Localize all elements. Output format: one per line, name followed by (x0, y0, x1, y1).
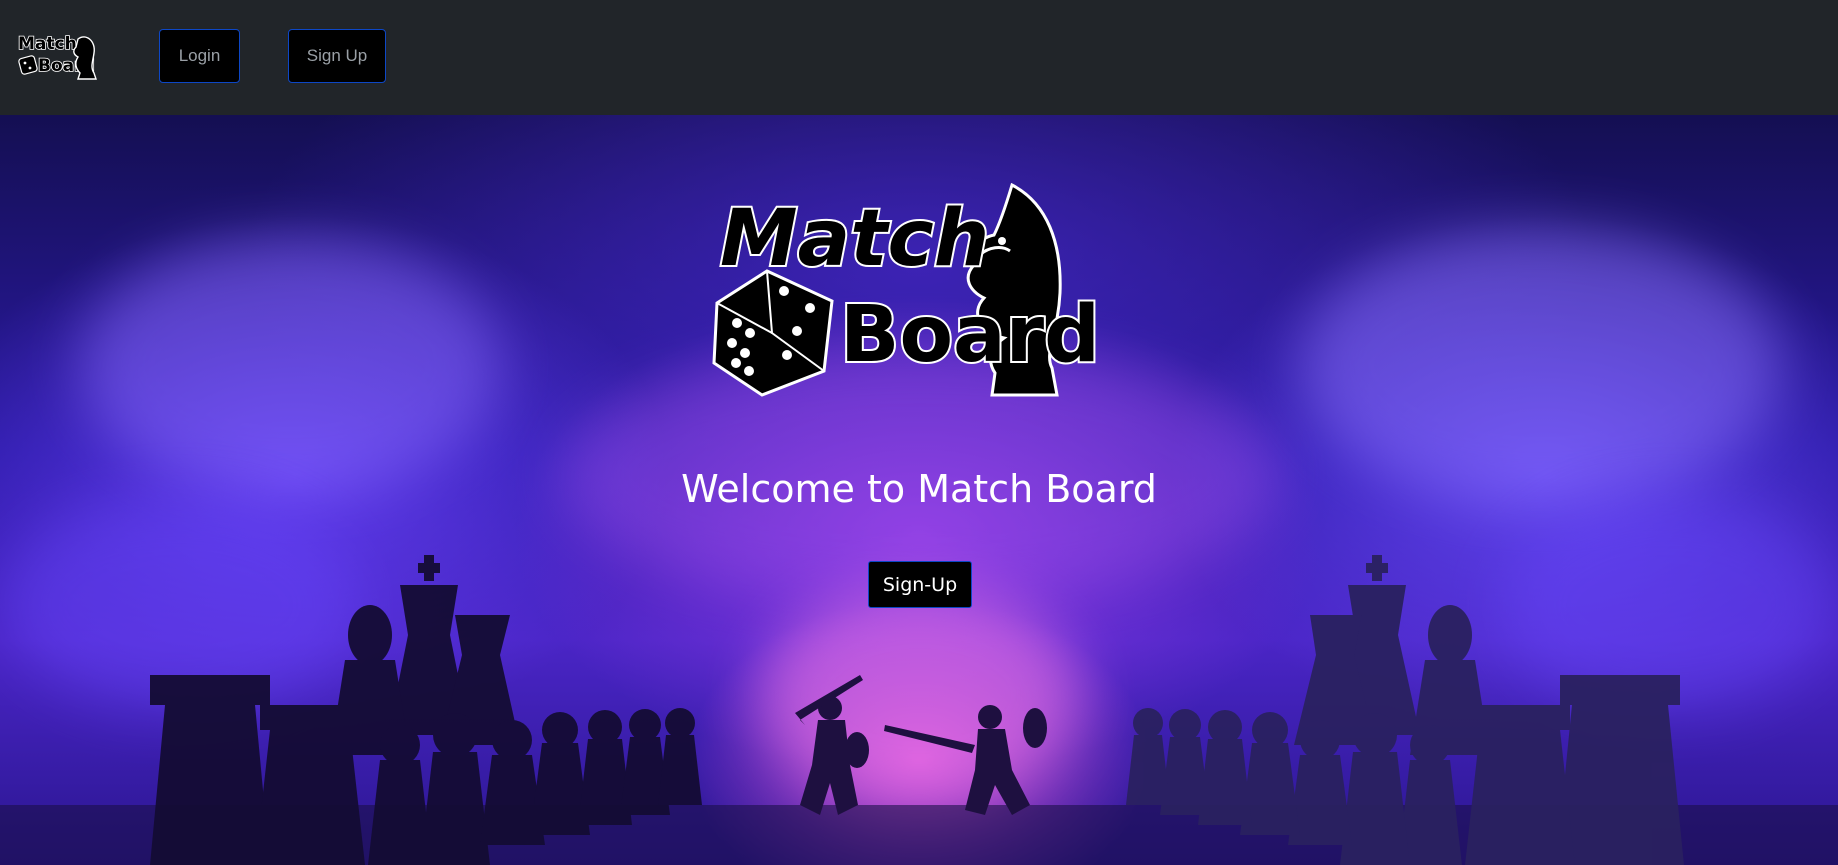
warrior-figures (795, 675, 1047, 815)
dice-icon (712, 269, 834, 397)
login-button-label: Login (178, 46, 221, 65)
hero-signup-button-label: Sign-Up (882, 573, 958, 596)
signup-button[interactable]: Sign Up (288, 29, 386, 83)
hero-signup-button[interactable]: Sign-Up (868, 561, 972, 608)
hero-logo: Match Board (712, 183, 1102, 397)
welcome-heading: Welcome to Match Board (681, 467, 1157, 511)
navbar: Match Board Login Sign Up (0, 0, 1838, 115)
hero-logo-text-line1: Match (720, 194, 989, 284)
login-button[interactable]: Login (159, 29, 240, 83)
dice-icon (18, 55, 38, 75)
brand-logo-text-line1: Match (18, 34, 77, 54)
hero-section: Match Board Welcome to Match Board Sign-… (0, 115, 1838, 865)
hero-logo-text-line2: Board (840, 290, 1100, 380)
signup-button-label: Sign Up (306, 46, 368, 65)
brand-logo[interactable]: Match Board (16, 31, 102, 83)
